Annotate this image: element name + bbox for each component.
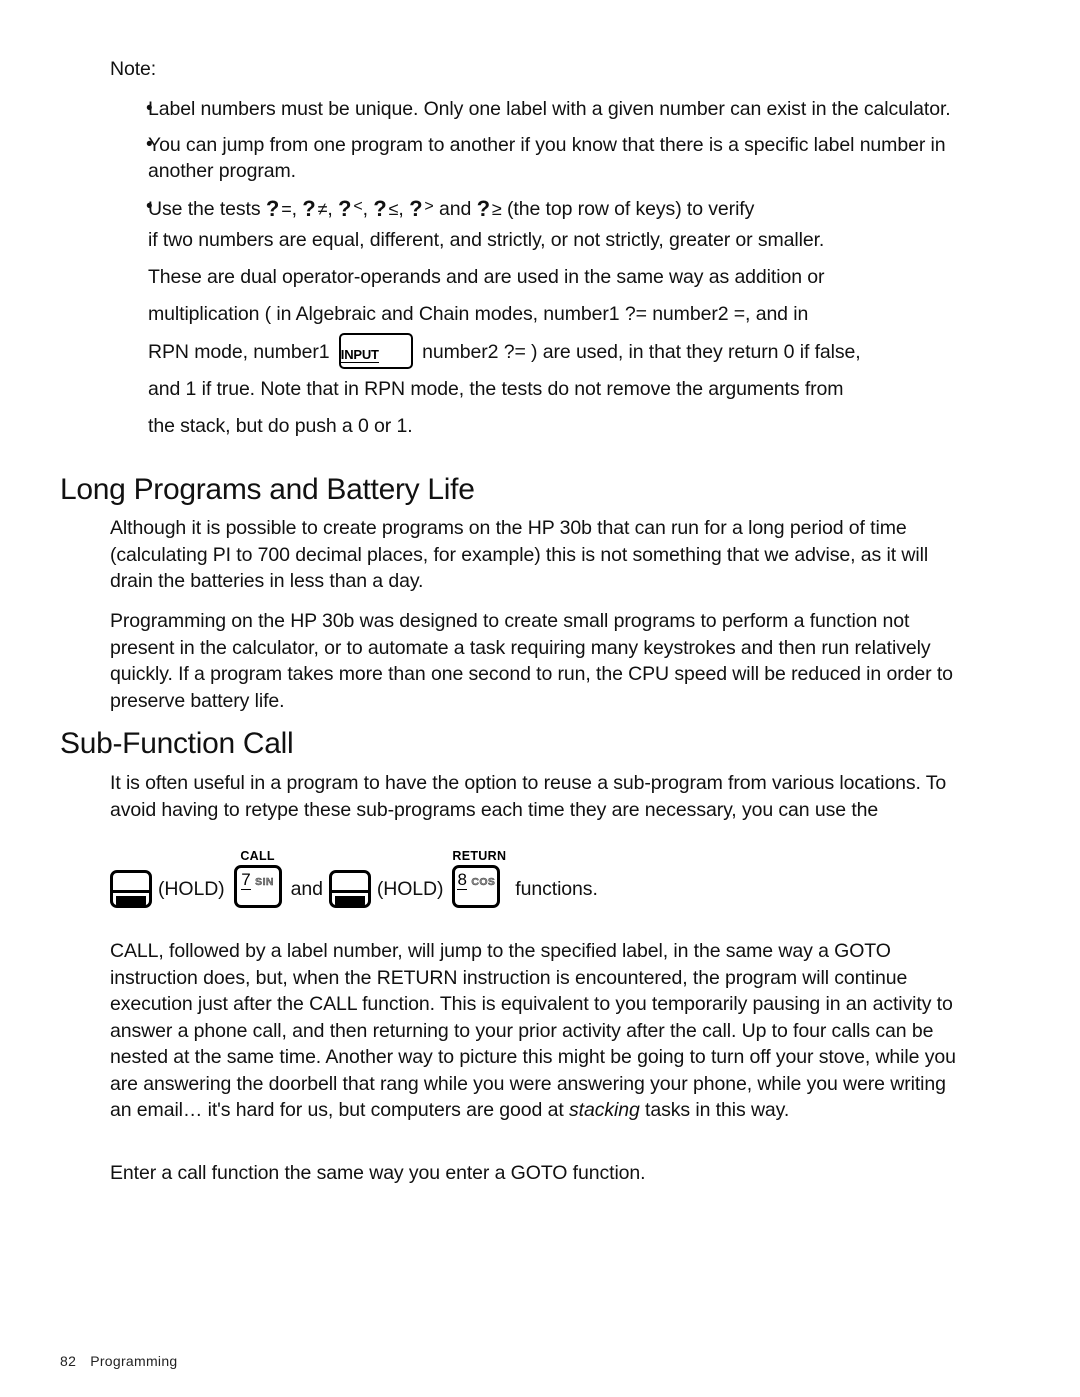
tests-lead: Use the tests [148,197,261,220]
paragraph-call-explanation: CALL, followed by a label number, will j… [110,938,962,1124]
shift-key-divider [113,890,149,893]
key-sequence-conjunction: and [290,878,323,900]
test-not-equal: ? ≠ [302,195,328,221]
bullet-dot-icon: • [146,195,153,217]
list-item: • Use the tests ? =, ? ≠, ? <, ? ≤, ? > and ?… [110,194,955,446]
list-item-text: You can jump from one program to another… [148,133,946,183]
test-separator: , [362,197,368,220]
call-paragraph-part-1: CALL, followed by a label number, will j… [110,940,956,1121]
test-separator: , [291,197,297,220]
paragraph-long-programs-2: Programming on the HP 30b was designed t… [110,610,953,712]
shift-key-icon [328,870,371,908]
list-item: • You can jump from one program to anoth… [110,132,955,185]
call-key-sub-label: SIN [255,876,274,888]
tests-line: Use the tests ? =, ? ≠, ? <, ? ≤, ? > and ? ≥ … [148,194,955,223]
paragraph-long-programs-1: Although it is possible to create progra… [110,517,929,592]
test-greater-equal: ? ≥ [476,195,502,221]
tests-detail-line-7: the stack, but do push a 0 or 1. [148,415,413,437]
bullet-dot-icon: • [146,133,153,155]
tests-detail-line-2: if two numbers are equal, different, and… [148,229,825,251]
tests-detail-line-6: and 1 if true. Note that in RPN mode, th… [148,378,844,400]
page-footer: 82 Programming [60,1352,178,1370]
call-key-digit: 7 [241,870,251,890]
hold-label-2: (HOLD) [376,878,444,900]
call-key-icon: 7 SIN [233,865,282,908]
list-item-text: Label numbers must be unique. Only one l… [148,98,951,120]
list-item: • Label numbers must be unique. Only one… [110,96,955,123]
input-memory-key-icon: INPUT Memory [338,333,413,369]
call-paragraph-part-2: tasks in this way. [639,1099,790,1121]
footer-section-name: Programming [90,1353,178,1369]
paragraph-enter-call-function: Enter a call function the same way you e… [110,1162,646,1184]
tests-conjunction: and [439,197,472,220]
tests-detail-line-5: RPN mode, number1 INPUT Memory number2 ?… [148,333,955,371]
test-equal: ? = [265,195,292,221]
page-heading-sub-function-call: Sub-Function Call [60,727,294,760]
test-less-than: ? < [338,195,363,221]
bullet-dot-icon: • [146,98,153,119]
hold-label-1: (HOLD) [158,878,225,900]
return-key-digit: 8 [457,870,467,890]
call-key-group: CALL 7 SIN [233,847,282,908]
rpn-mode-text-post: number2 ?= ) are used, in that they retu… [422,341,861,363]
rpn-mode-text-pre: RPN mode, number1 [148,341,330,363]
return-key-sub-label: COS [471,876,496,888]
input-key-top-label: INPUT [340,347,379,363]
shift-key-icon [110,870,152,908]
paragraph-sub-function-call-1: It is often useful in a program to have … [110,772,947,821]
key-sequence-row: (HOLD) CALL 7 SIN and (HOLD) RETURN 8 CO… [110,846,970,908]
return-key-over-label: RETURN [452,849,507,863]
document-page: Note: • Label numbers must be unique. On… [0,0,1080,1397]
note-bullet-list: • Label numbers must be unique. Only one… [110,96,955,454]
list-item-text: Use the tests ? =, ? ≠, ? <, ? ≤, ? > and ? ≥ … [148,194,955,446]
tests-detail-line-3: These are dual operator-operands and are… [148,266,825,288]
tests-tail: (the top row of keys) to verify [507,197,755,220]
test-separator: , [327,197,333,220]
note-label: Note: [110,58,157,80]
call-key-over-label: CALL [240,849,275,863]
shift-key-bar [116,896,146,905]
shift-key-bar [334,896,365,905]
tests-detail-line-4: multiplication ( in Algebraic and Chain … [148,303,809,325]
test-separator: , [398,197,404,220]
test-less-equal: ? ≤ [373,195,399,221]
return-key-icon: 8 COS [452,865,501,908]
key-sequence-trailing: functions. [515,878,598,900]
return-key-group: RETURN 8 COS [452,847,506,908]
page-heading-long-programs: Long Programs and Battery Life [60,473,475,506]
shift-key-divider [331,890,368,893]
test-greater-than: ? > [409,195,434,221]
call-paragraph-emphasis: stacking [568,1099,640,1121]
footer-page-number: 82 [60,1353,77,1369]
